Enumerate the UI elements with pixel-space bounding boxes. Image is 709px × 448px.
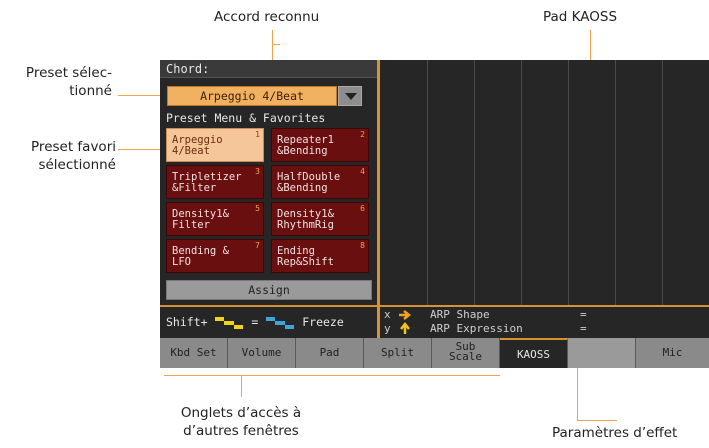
shift-freeze-hint: Shift+ = Freeze <box>166 310 376 334</box>
leader-parametres-h <box>577 420 617 421</box>
chord-display: Chord: <box>160 60 377 78</box>
leader-accord-hook <box>272 44 280 45</box>
callout-preset-favori: Preset favori sélectionné <box>8 138 116 174</box>
tab-sub-scale-line2: Scale <box>448 350 483 363</box>
favorite-label-2: Rep&Shift <box>277 256 334 268</box>
pad-grid-line <box>474 60 475 305</box>
favorite-2[interactable]: 2 Repeater1 &Bending <box>271 128 369 162</box>
favorite-1[interactable]: 1 Arpeggio 4/Beat <box>166 128 264 162</box>
callout-preset-favori-line1: Preset favori <box>31 139 116 155</box>
tab-mic[interactable]: Mic <box>636 338 709 368</box>
favorite-number: 2 <box>360 130 365 139</box>
leader-onglets-h <box>164 375 500 376</box>
favorite-number: 5 <box>255 204 260 213</box>
favorite-3[interactable]: 3 Tripletizer &Filter <box>166 165 264 199</box>
pad-yellow-icon <box>215 316 244 329</box>
favorite-number: 4 <box>360 167 365 176</box>
tab-empty <box>568 338 636 368</box>
callout-preset-favori-line2: sélectionné <box>38 157 116 173</box>
arrow-right-icon <box>399 310 412 320</box>
favorite-label-2: &Bending <box>277 182 328 194</box>
pad-grid-line <box>662 60 663 305</box>
favorite-label-2: RhythmRig <box>277 219 334 231</box>
leader-onglets-v <box>241 375 242 397</box>
tab-split[interactable]: Split <box>364 338 432 368</box>
tab-kbd-set[interactable]: Kbd Set <box>160 338 228 368</box>
preset-select[interactable]: Arpeggio 4/Beat <box>167 86 337 106</box>
tab-pad[interactable]: Pad <box>296 338 364 368</box>
x-param-value: = <box>580 308 587 321</box>
callout-parametres: Paramètres d’effet <box>552 425 678 441</box>
x-axis-label: x <box>384 308 391 321</box>
tab-bar: Kbd Set Volume Pad Split Sub Scale KAOSS… <box>160 338 709 368</box>
callout-preset-selectionne-line2: tionné <box>69 83 112 99</box>
shift-label: Shift+ <box>166 315 208 329</box>
favorite-7[interactable]: 7 Bending & LFO <box>166 239 264 273</box>
bottom-divider <box>160 305 709 307</box>
tab-kaoss[interactable]: KAOSS <box>500 338 568 368</box>
pad-grid-line <box>568 60 569 305</box>
preset-menu-title: Preset Menu & Favorites <box>166 111 326 125</box>
favorite-label-2: Filter <box>172 219 210 231</box>
favorite-4[interactable]: 4 HalfDouble &Bending <box>271 165 369 199</box>
x-param-name: ARP Shape <box>430 308 490 321</box>
pad-grid-line <box>521 60 522 305</box>
kaoss-pad[interactable] <box>380 60 709 305</box>
favorite-number: 8 <box>360 241 365 250</box>
favorite-label-2: 4/Beat <box>172 145 210 157</box>
assign-button[interactable]: Assign <box>166 280 372 300</box>
params-divider <box>377 307 380 338</box>
favorite-number: 7 <box>255 241 260 250</box>
arpeggiator-screen: Chord: Arpeggio 4/Beat Preset Menu & Fav… <box>160 60 709 368</box>
favorite-6[interactable]: 6 Density1& RhythmRig <box>271 202 369 236</box>
y-axis-label: y <box>384 322 391 335</box>
callout-onglets: Onglets d’accès à d’autres fenêtres <box>178 404 304 440</box>
callout-accord-reconnu: Accord reconnu <box>214 9 320 25</box>
y-param-value: = <box>580 322 587 335</box>
callout-preset-selectionne-line1: Preset sélec- <box>25 65 112 81</box>
callout-preset-selectionne: Preset sélec- tionné <box>8 64 112 100</box>
favorite-5[interactable]: 5 Density1& Filter <box>166 202 264 236</box>
arrow-up-icon <box>400 322 410 334</box>
freeze-label: Freeze <box>302 315 344 329</box>
tab-volume[interactable]: Volume <box>228 338 296 368</box>
callout-onglets-line2: d’autres fenêtres <box>183 423 299 439</box>
y-param-name: ARP Expression <box>430 322 523 335</box>
favorite-8[interactable]: 8 Ending Rep&Shift <box>271 239 369 273</box>
favorite-number: 1 <box>255 130 260 139</box>
dropdown-arrow-icon[interactable] <box>338 86 362 106</box>
favorite-number: 6 <box>360 204 365 213</box>
pad-grid-line <box>427 60 428 305</box>
pad-grid-line <box>615 60 616 305</box>
callout-onglets-line1: Onglets d’accès à <box>180 405 302 421</box>
callout-pad-kaoss: Pad KAOSS <box>543 9 618 25</box>
tab-sub-scale[interactable]: Sub Scale <box>432 338 500 368</box>
favorite-label-2: &Bending <box>277 145 328 157</box>
pad-blue-icon <box>266 316 295 329</box>
favorite-number: 3 <box>255 167 260 176</box>
effect-parameters: x ARP Shape = y ARP Expression = <box>384 308 704 338</box>
favorite-label-2: LFO <box>172 256 191 268</box>
favorite-label-2: &Filter <box>172 182 217 194</box>
equals-sign: = <box>251 315 259 329</box>
leader-accord <box>272 30 273 64</box>
